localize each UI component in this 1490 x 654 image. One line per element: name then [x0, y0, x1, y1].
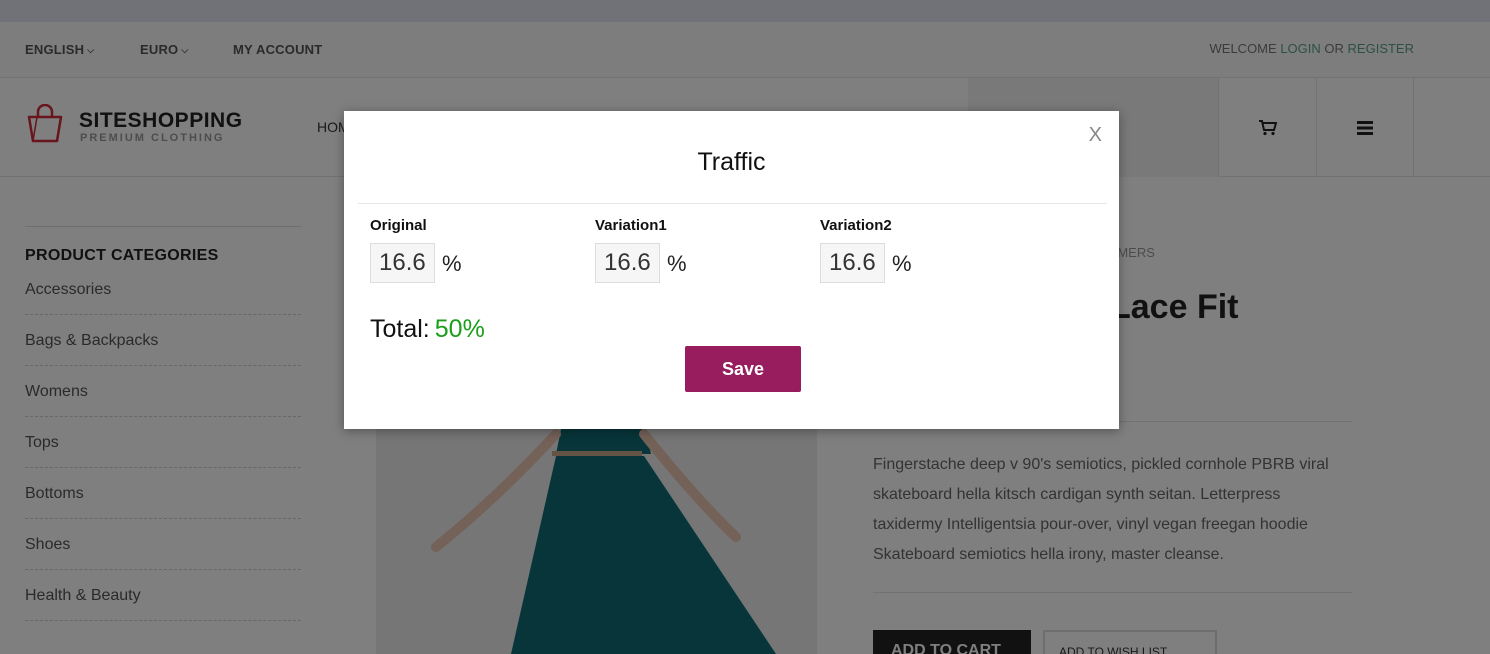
variation1-input[interactable] [595, 243, 660, 283]
variation2-label: Variation2 [820, 217, 892, 234]
total-value: 50% [434, 315, 485, 343]
original-field: Original % [370, 217, 462, 283]
total-display: Total: 50% [370, 315, 485, 344]
percent-unit: % [667, 251, 687, 276]
close-button[interactable]: X [1089, 124, 1102, 147]
variation2-input[interactable] [820, 243, 885, 283]
variation1-label: Variation1 [595, 217, 667, 234]
total-label: Total: [370, 315, 430, 343]
variation2-field: Variation2 % [820, 217, 912, 283]
traffic-modal: X Traffic Original % Variation1 % Variat… [344, 111, 1119, 429]
percent-unit: % [892, 251, 912, 276]
modal-divider [358, 203, 1107, 204]
modal-title: Traffic [697, 148, 766, 176]
save-button[interactable]: Save [685, 346, 801, 392]
percent-unit: % [442, 251, 462, 276]
variation1-field: Variation1 % [595, 217, 687, 283]
original-label: Original [370, 217, 427, 234]
original-input[interactable] [370, 243, 435, 283]
